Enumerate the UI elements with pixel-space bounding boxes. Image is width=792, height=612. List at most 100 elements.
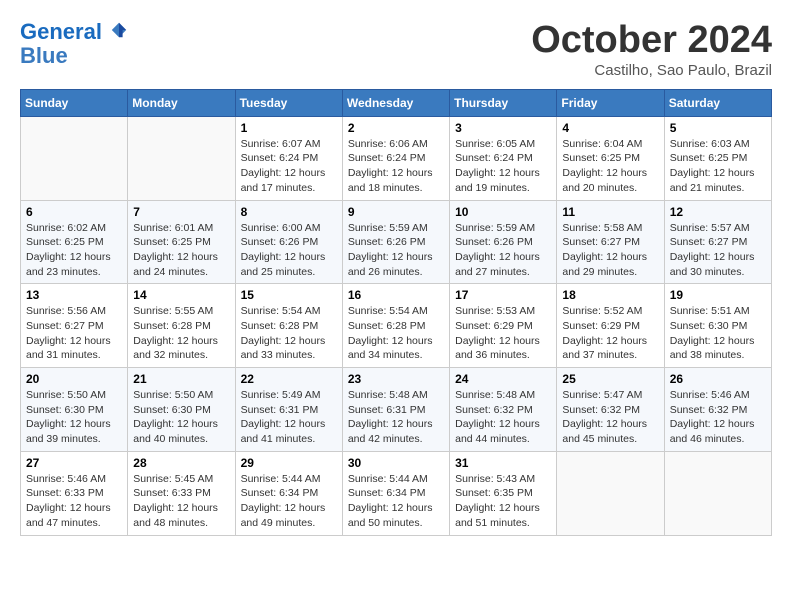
calendar-row-1: 6 Sunrise: 6:02 AM Sunset: 6:25 PM Daylig…	[21, 200, 772, 284]
calendar-cell: 1 Sunrise: 6:07 AM Sunset: 6:24 PM Daylig…	[235, 116, 342, 200]
day-number: 11	[562, 205, 658, 219]
calendar-cell: 25Sunrise: 5:47 AM Sunset: 6:32 PM Dayli…	[557, 368, 664, 452]
day-number: 27	[26, 456, 122, 470]
calendar-cell: 23 Sunrise: 5:48 AM Sunset: 6:31 PM Dayli…	[342, 368, 449, 452]
day-info: Sunrise: 5:48 AM Sunset: 6:32 PM Dayligh…	[455, 388, 551, 447]
day-info: Sunrise: 6:01 AM Sunset: 6:25 PM Dayligh…	[133, 221, 229, 280]
day-info: Sunrise: 5:44 AM Sunset: 6:34 PM Dayligh…	[241, 472, 337, 531]
calendar-cell: 12 Sunrise: 5:57 AM Sunset: 6:27 PM Dayli…	[664, 200, 771, 284]
day-info: Sunrise: 5:59 AM Sunset: 6:26 PM Dayligh…	[455, 221, 551, 280]
day-number: 14	[133, 288, 229, 302]
calendar-cell: 5Sunrise: 6:03 AM Sunset: 6:25 PM Daylig…	[664, 116, 771, 200]
day-number: 25	[562, 372, 658, 386]
day-number: 17	[455, 288, 551, 302]
calendar-cell: 13 Sunrise: 5:56 AM Sunset: 6:27 PM Dayli…	[21, 284, 128, 368]
calendar-cell: 17 Sunrise: 5:53 AM Sunset: 6:29 PM Dayli…	[450, 284, 557, 368]
calendar-cell: 21 Sunrise: 5:50 AM Sunset: 6:30 PM Dayli…	[128, 368, 235, 452]
day-info: Sunrise: 5:46 AM Sunset: 6:32 PM Dayligh…	[670, 388, 766, 447]
weekday-tuesday: Tuesday	[235, 89, 342, 116]
day-number: 10	[455, 205, 551, 219]
calendar-cell: 15 Sunrise: 5:54 AM Sunset: 6:28 PM Dayli…	[235, 284, 342, 368]
day-number: 16	[348, 288, 444, 302]
weekday-saturday: Saturday	[664, 89, 771, 116]
day-info: Sunrise: 6:00 AM Sunset: 6:26 PM Dayligh…	[241, 221, 337, 280]
day-number: 20	[26, 372, 122, 386]
logo: General Blue	[20, 20, 128, 68]
day-number: 31	[455, 456, 551, 470]
calendar-cell	[557, 451, 664, 535]
calendar-cell: 16Sunrise: 5:54 AM Sunset: 6:28 PM Dayli…	[342, 284, 449, 368]
day-info: Sunrise: 5:52 AM Sunset: 6:29 PM Dayligh…	[562, 304, 658, 363]
calendar-cell	[664, 451, 771, 535]
calendar-table: SundayMondayTuesdayWednesdayThursdayFrid…	[20, 89, 772, 536]
calendar-cell	[21, 116, 128, 200]
day-number: 12	[670, 205, 766, 219]
day-info: Sunrise: 6:06 AM Sunset: 6:24 PM Dayligh…	[348, 137, 444, 196]
calendar-row-2: 13 Sunrise: 5:56 AM Sunset: 6:27 PM Dayli…	[21, 284, 772, 368]
day-info: Sunrise: 5:51 AM Sunset: 6:30 PM Dayligh…	[670, 304, 766, 363]
day-info: Sunrise: 6:04 AM Sunset: 6:25 PM Dayligh…	[562, 137, 658, 196]
day-number: 21	[133, 372, 229, 386]
calendar-cell: 11 Sunrise: 5:58 AM Sunset: 6:27 PM Dayli…	[557, 200, 664, 284]
day-info: Sunrise: 5:50 AM Sunset: 6:30 PM Dayligh…	[133, 388, 229, 447]
calendar-cell: 6 Sunrise: 6:02 AM Sunset: 6:25 PM Daylig…	[21, 200, 128, 284]
day-info: Sunrise: 6:05 AM Sunset: 6:24 PM Dayligh…	[455, 137, 551, 196]
calendar-cell: 14Sunrise: 5:55 AM Sunset: 6:28 PM Dayli…	[128, 284, 235, 368]
weekday-sunday: Sunday	[21, 89, 128, 116]
day-number: 28	[133, 456, 229, 470]
day-info: Sunrise: 5:50 AM Sunset: 6:30 PM Dayligh…	[26, 388, 122, 447]
day-number: 6	[26, 205, 122, 219]
day-number: 4	[562, 121, 658, 135]
calendar-body: 1 Sunrise: 6:07 AM Sunset: 6:24 PM Daylig…	[21, 116, 772, 535]
calendar-cell: 26Sunrise: 5:46 AM Sunset: 6:32 PM Dayli…	[664, 368, 771, 452]
day-number: 29	[241, 456, 337, 470]
logo-text-blue: Blue	[20, 44, 128, 68]
day-number: 15	[241, 288, 337, 302]
day-info: Sunrise: 5:46 AM Sunset: 6:33 PM Dayligh…	[26, 472, 122, 531]
calendar-cell: 22Sunrise: 5:49 AM Sunset: 6:31 PM Dayli…	[235, 368, 342, 452]
calendar-cell	[128, 116, 235, 200]
day-info: Sunrise: 5:57 AM Sunset: 6:27 PM Dayligh…	[670, 221, 766, 280]
calendar-cell: 31 Sunrise: 5:43 AM Sunset: 6:35 PM Dayli…	[450, 451, 557, 535]
day-number: 23	[348, 372, 444, 386]
weekday-header-row: SundayMondayTuesdayWednesdayThursdayFrid…	[21, 89, 772, 116]
logo-icon	[110, 21, 128, 39]
day-info: Sunrise: 5:58 AM Sunset: 6:27 PM Dayligh…	[562, 221, 658, 280]
day-number: 9	[348, 205, 444, 219]
calendar-cell: 28Sunrise: 5:45 AM Sunset: 6:33 PM Dayli…	[128, 451, 235, 535]
day-number: 13	[26, 288, 122, 302]
day-info: Sunrise: 6:07 AM Sunset: 6:24 PM Dayligh…	[241, 137, 337, 196]
calendar-cell: 20 Sunrise: 5:50 AM Sunset: 6:30 PM Dayli…	[21, 368, 128, 452]
calendar-cell: 7 Sunrise: 6:01 AM Sunset: 6:25 PM Daylig…	[128, 200, 235, 284]
calendar-cell: 9Sunrise: 5:59 AM Sunset: 6:26 PM Daylig…	[342, 200, 449, 284]
weekday-friday: Friday	[557, 89, 664, 116]
day-number: 2	[348, 121, 444, 135]
calendar-cell: 10 Sunrise: 5:59 AM Sunset: 6:26 PM Dayli…	[450, 200, 557, 284]
day-number: 5	[670, 121, 766, 135]
day-number: 22	[241, 372, 337, 386]
day-info: Sunrise: 5:44 AM Sunset: 6:34 PM Dayligh…	[348, 472, 444, 531]
day-number: 8	[241, 205, 337, 219]
day-number: 19	[670, 288, 766, 302]
calendar-cell: 30 Sunrise: 5:44 AM Sunset: 6:34 PM Dayli…	[342, 451, 449, 535]
calendar-cell: 24Sunrise: 5:48 AM Sunset: 6:32 PM Dayli…	[450, 368, 557, 452]
day-info: Sunrise: 5:54 AM Sunset: 6:28 PM Dayligh…	[241, 304, 337, 363]
day-number: 1	[241, 121, 337, 135]
day-number: 30	[348, 456, 444, 470]
calendar-row-0: 1 Sunrise: 6:07 AM Sunset: 6:24 PM Daylig…	[21, 116, 772, 200]
location-subtitle: Castilho, Sao Paulo, Brazil	[531, 62, 772, 79]
calendar-row-3: 20 Sunrise: 5:50 AM Sunset: 6:30 PM Dayli…	[21, 368, 772, 452]
title-block: October 2024 Castilho, Sao Paulo, Brazil	[531, 20, 772, 79]
day-info: Sunrise: 6:02 AM Sunset: 6:25 PM Dayligh…	[26, 221, 122, 280]
calendar-cell: 8 Sunrise: 6:00 AM Sunset: 6:26 PM Daylig…	[235, 200, 342, 284]
day-number: 7	[133, 205, 229, 219]
page-header: General Blue October 2024 Castilho, Sao …	[20, 20, 772, 79]
logo-text: General	[20, 20, 128, 44]
weekday-thursday: Thursday	[450, 89, 557, 116]
day-info: Sunrise: 5:56 AM Sunset: 6:27 PM Dayligh…	[26, 304, 122, 363]
day-info: Sunrise: 5:53 AM Sunset: 6:29 PM Dayligh…	[455, 304, 551, 363]
calendar-cell: 19 Sunrise: 5:51 AM Sunset: 6:30 PM Dayli…	[664, 284, 771, 368]
calendar-cell: 3Sunrise: 6:05 AM Sunset: 6:24 PM Daylig…	[450, 116, 557, 200]
day-info: Sunrise: 5:43 AM Sunset: 6:35 PM Dayligh…	[455, 472, 551, 531]
day-info: Sunrise: 5:48 AM Sunset: 6:31 PM Dayligh…	[348, 388, 444, 447]
